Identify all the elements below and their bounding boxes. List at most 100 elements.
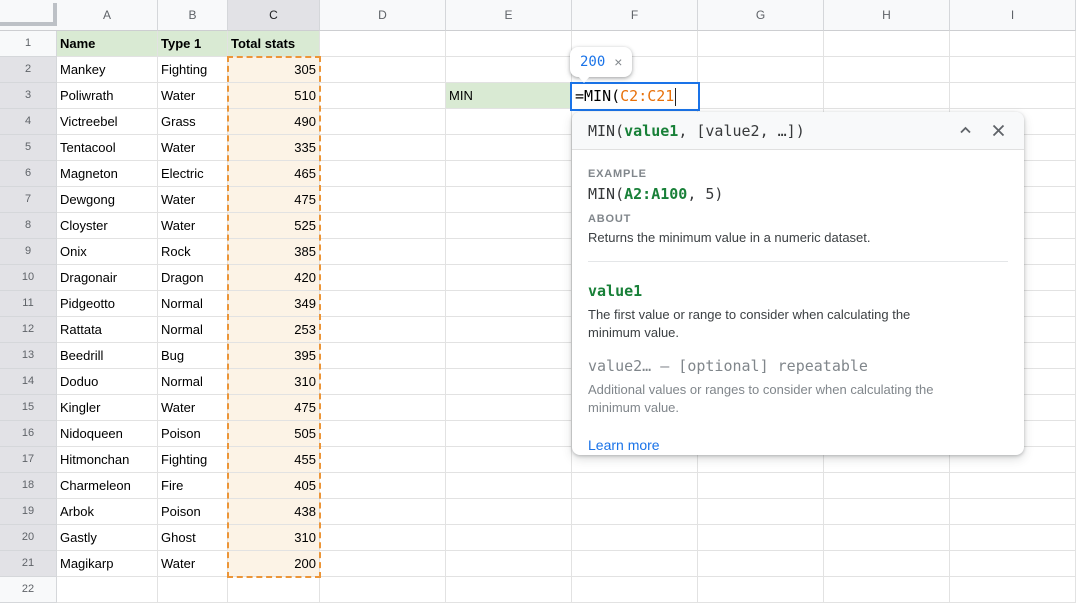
cell-E12[interactable]: [446, 317, 572, 343]
cell-D19[interactable]: [320, 499, 446, 525]
cell-B2[interactable]: Fighting: [158, 57, 228, 83]
close-icon[interactable]: [991, 123, 1006, 138]
cell-I1[interactable]: [950, 31, 1076, 57]
cell-E18[interactable]: [446, 473, 572, 499]
cell-G18[interactable]: [698, 473, 824, 499]
cell-B18[interactable]: Fire: [158, 473, 228, 499]
cell-H18[interactable]: [824, 473, 950, 499]
cell-D13[interactable]: [320, 343, 446, 369]
column-header-D[interactable]: D: [320, 0, 446, 31]
cell-A13[interactable]: Beedrill: [57, 343, 158, 369]
cell-C14[interactable]: 310: [228, 369, 320, 395]
cell-H2[interactable]: [824, 57, 950, 83]
cell-B20[interactable]: Ghost: [158, 525, 228, 551]
row-header-8[interactable]: 8: [0, 213, 57, 239]
cell-E15[interactable]: [446, 395, 572, 421]
cell-C10[interactable]: 420: [228, 265, 320, 291]
cell-H1[interactable]: [824, 31, 950, 57]
row-header-3[interactable]: 3: [0, 83, 57, 109]
cell-D10[interactable]: [320, 265, 446, 291]
cell-I2[interactable]: [950, 57, 1076, 83]
cell-D22[interactable]: [320, 577, 446, 603]
row-header-12[interactable]: 12: [0, 317, 57, 343]
cell-D15[interactable]: [320, 395, 446, 421]
cell-C20[interactable]: 310: [228, 525, 320, 551]
cell-D16[interactable]: [320, 421, 446, 447]
row-header-13[interactable]: 13: [0, 343, 57, 369]
cell-I3[interactable]: [950, 83, 1076, 109]
row-header-17[interactable]: 17: [0, 447, 57, 473]
cell-D3[interactable]: [320, 83, 446, 109]
cell-C21[interactable]: 200: [228, 551, 320, 577]
cell-E22[interactable]: [446, 577, 572, 603]
cell-D8[interactable]: [320, 213, 446, 239]
cell-D14[interactable]: [320, 369, 446, 395]
cell-A15[interactable]: Kingler: [57, 395, 158, 421]
cell-G19[interactable]: [698, 499, 824, 525]
row-header-19[interactable]: 19: [0, 499, 57, 525]
cell-H19[interactable]: [824, 499, 950, 525]
row-header-9[interactable]: 9: [0, 239, 57, 265]
cell-B12[interactable]: Normal: [158, 317, 228, 343]
cell-C19[interactable]: 438: [228, 499, 320, 525]
cell-I21[interactable]: [950, 551, 1076, 577]
cell-E17[interactable]: [446, 447, 572, 473]
cell-A2[interactable]: Mankey: [57, 57, 158, 83]
cell-C5[interactable]: 335: [228, 135, 320, 161]
cell-E3[interactable]: MIN: [446, 83, 572, 109]
cell-D18[interactable]: [320, 473, 446, 499]
cell-C13[interactable]: 395: [228, 343, 320, 369]
cell-C4[interactable]: 490: [228, 109, 320, 135]
cell-E6[interactable]: [446, 161, 572, 187]
row-header-21[interactable]: 21: [0, 551, 57, 577]
column-header-I[interactable]: I: [950, 0, 1076, 31]
cell-D11[interactable]: [320, 291, 446, 317]
cell-E14[interactable]: [446, 369, 572, 395]
cell-C8[interactable]: 525: [228, 213, 320, 239]
cell-H22[interactable]: [824, 577, 950, 603]
row-header-22[interactable]: 22: [0, 577, 57, 603]
cell-E19[interactable]: [446, 499, 572, 525]
cell-A4[interactable]: Victreebel: [57, 109, 158, 135]
cell-E10[interactable]: [446, 265, 572, 291]
select-all-corner[interactable]: [0, 0, 57, 31]
column-header-C[interactable]: C: [228, 0, 320, 31]
cell-H20[interactable]: [824, 525, 950, 551]
cell-B10[interactable]: Dragon: [158, 265, 228, 291]
row-header-16[interactable]: 16: [0, 421, 57, 447]
cell-I22[interactable]: [950, 577, 1076, 603]
cell-D7[interactable]: [320, 187, 446, 213]
cell-I20[interactable]: [950, 525, 1076, 551]
row-header-1[interactable]: 1: [0, 31, 57, 57]
cell-B9[interactable]: Rock: [158, 239, 228, 265]
row-header-20[interactable]: 20: [0, 525, 57, 551]
cell-A12[interactable]: Rattata: [57, 317, 158, 343]
cell-A18[interactable]: Charmeleon: [57, 473, 158, 499]
cell-E16[interactable]: [446, 421, 572, 447]
cell-C1[interactable]: Total stats: [228, 31, 320, 57]
row-header-18[interactable]: 18: [0, 473, 57, 499]
cell-F20[interactable]: [572, 525, 698, 551]
cell-C11[interactable]: 349: [228, 291, 320, 317]
cell-D2[interactable]: [320, 57, 446, 83]
cell-E5[interactable]: [446, 135, 572, 161]
cell-E4[interactable]: [446, 109, 572, 135]
cell-I18[interactable]: [950, 473, 1076, 499]
cell-A22[interactable]: [57, 577, 158, 603]
row-header-5[interactable]: 5: [0, 135, 57, 161]
column-header-G[interactable]: G: [698, 0, 824, 31]
cell-A19[interactable]: Arbok: [57, 499, 158, 525]
cell-G22[interactable]: [698, 577, 824, 603]
cell-A9[interactable]: Onix: [57, 239, 158, 265]
cell-E1[interactable]: [446, 31, 572, 57]
cell-C12[interactable]: 253: [228, 317, 320, 343]
cell-B15[interactable]: Water: [158, 395, 228, 421]
cell-F18[interactable]: [572, 473, 698, 499]
column-header-A[interactable]: A: [57, 0, 158, 31]
cell-B21[interactable]: Water: [158, 551, 228, 577]
cell-G2[interactable]: [698, 57, 824, 83]
cell-B3[interactable]: Water: [158, 83, 228, 109]
cell-B7[interactable]: Water: [158, 187, 228, 213]
learn-more-link[interactable]: Learn more: [588, 437, 660, 453]
cell-B19[interactable]: Poison: [158, 499, 228, 525]
